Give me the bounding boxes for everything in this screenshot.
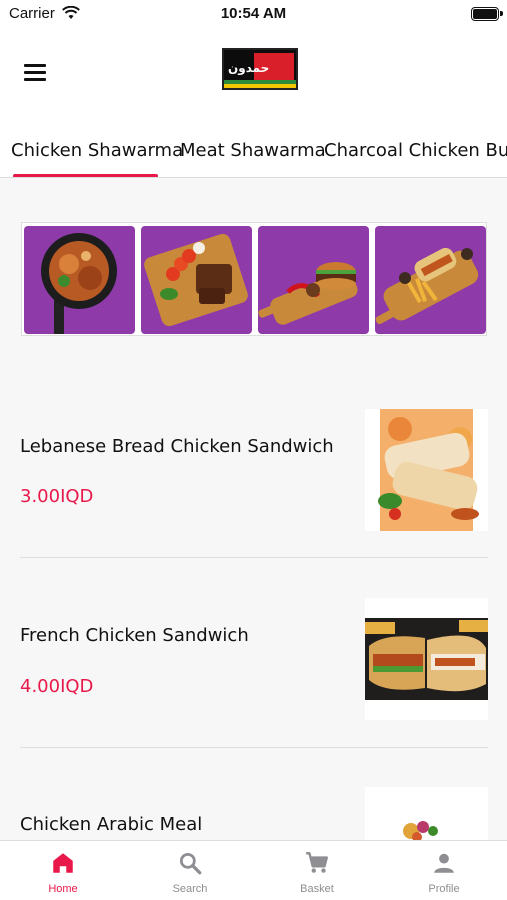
tab-charcoal-chicken-burger[interactable]: Charcoal Chicken Burg bbox=[324, 140, 507, 161]
banner-image-sandwich-fries bbox=[375, 226, 486, 334]
promo-banner[interactable] bbox=[21, 222, 487, 336]
battery-icon bbox=[471, 7, 503, 21]
banner-image-burger-board bbox=[258, 226, 369, 334]
status-bar: Carrier 10:54 AM bbox=[0, 0, 507, 30]
category-tabs: Chicken Shawarma Meat Shawarma Charcoal … bbox=[0, 120, 507, 178]
nav-home[interactable]: Home bbox=[0, 841, 126, 900]
app-header: حمدون bbox=[0, 30, 507, 120]
bottom-nav: Home Search Basket Profile bbox=[0, 840, 507, 900]
product-name[interactable]: French Chicken Sandwich bbox=[20, 625, 249, 646]
nav-profile[interactable]: Profile bbox=[381, 841, 507, 900]
product-image-arabic-meal[interactable] bbox=[365, 787, 488, 840]
search-icon bbox=[179, 852, 202, 875]
hamburger-menu-icon[interactable] bbox=[24, 64, 46, 82]
nav-search-label: Search bbox=[172, 883, 208, 895]
home-icon bbox=[53, 853, 73, 873]
nav-home-label: Home bbox=[48, 883, 78, 895]
nav-basket[interactable]: Basket bbox=[254, 841, 380, 900]
tab-chicken-shawarma[interactable]: Chicken Shawarma bbox=[11, 140, 183, 161]
product-image-french-sandwich[interactable] bbox=[365, 598, 488, 720]
logo-text: حمدون bbox=[228, 61, 270, 75]
product-name[interactable]: Chicken Arabic Meal bbox=[20, 814, 202, 835]
nav-profile-label: Profile bbox=[428, 883, 460, 895]
banner-image-meat-platter bbox=[141, 226, 252, 334]
status-time: 10:54 AM bbox=[220, 5, 287, 22]
nav-basket-label: Basket bbox=[300, 883, 334, 895]
list-divider bbox=[20, 557, 488, 558]
tab-meat-shawarma[interactable]: Meat Shawarma bbox=[180, 140, 326, 161]
brand-logo: حمدون bbox=[222, 48, 298, 90]
cart-icon bbox=[306, 852, 328, 873]
product-price: 4.00IQD bbox=[20, 676, 94, 697]
nav-search[interactable]: Search bbox=[127, 841, 253, 900]
list-divider bbox=[20, 747, 488, 748]
active-tab-indicator bbox=[13, 174, 158, 177]
person-icon bbox=[434, 853, 454, 873]
product-name[interactable]: Lebanese Bread Chicken Sandwich bbox=[20, 436, 334, 457]
product-image-lebanese-sandwich[interactable] bbox=[365, 409, 488, 531]
banner-image-chicken-plate bbox=[24, 226, 135, 334]
product-price: 3.00IQD bbox=[20, 486, 94, 507]
